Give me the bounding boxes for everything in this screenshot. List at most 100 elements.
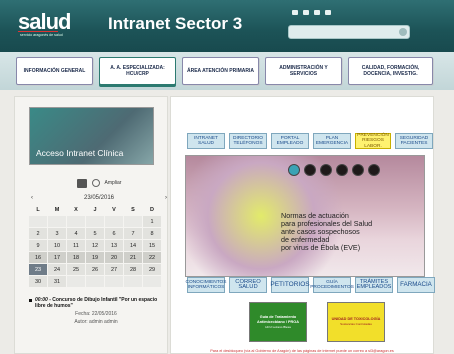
calendar-header: ‹ 23/05/2016 ›: [29, 193, 169, 203]
next-month-icon[interactable]: ›: [165, 195, 167, 201]
carousel-dot[interactable]: [320, 164, 332, 176]
seguridad-pacientes-button[interactable]: SEGURIDAD PACIENTES: [395, 133, 433, 149]
intranet-salud-button[interactable]: INTRANET SALUD: [187, 133, 225, 149]
calendar-day: [67, 276, 85, 287]
carousel-line: por virus de Ébola (EVE): [281, 243, 361, 252]
portal-empleado-button[interactable]: PORTAL EMPLEADO: [271, 133, 309, 149]
calendar-day[interactable]: 31: [48, 276, 66, 287]
calendar-day[interactable]: 17: [48, 252, 66, 263]
calendar-day[interactable]: 4: [67, 228, 85, 239]
bottom-quick-links: CONOCIMIENTOS INFORMÁTICOS CORREO SALUD …: [186, 277, 435, 293]
prev-month-icon[interactable]: ‹: [31, 195, 33, 201]
page-header: salud servicio aragonés de salud Intrane…: [0, 0, 454, 52]
calendar-day: [67, 216, 85, 227]
directorio-button[interactable]: DIRECTORIO TELÉFONOS: [229, 133, 267, 149]
carousel-dots: [288, 164, 380, 176]
calendar-grid: L M X J V S D 1 2 3 4 5 6 7 8 9 10 11 12 13 14 15 16 17 18 19 20 21…: [29, 204, 169, 287]
guia-antimicrobiano-button[interactable]: Guía de Tratamiento Antimicrobiano / PRO…: [249, 302, 307, 342]
top-quick-links: INTRANET SALUD DIRECTORIO TELÉFONOS PORT…: [187, 133, 433, 149]
calendar-day[interactable]: 8: [143, 228, 161, 239]
news-carousel[interactable]: Normas de actuación para profesionales d…: [185, 155, 425, 277]
calendar-day[interactable]: 30: [29, 276, 47, 287]
event-item[interactable]: 00:00 - Concurso de Dibujo Infantil "Por…: [29, 297, 163, 325]
enlarge-link[interactable]: Ampliar: [105, 180, 122, 186]
carousel-dot[interactable]: [336, 164, 348, 176]
carousel-dot[interactable]: [352, 164, 364, 176]
calendar-day: [105, 216, 123, 227]
tramites-empleados-button[interactable]: TRÁMITES EMPLEADOS: [355, 277, 393, 293]
calendar-day[interactable]: 12: [86, 240, 104, 251]
calendar-day[interactable]: 5: [86, 228, 104, 239]
guia-procedimientos-button[interactable]: GUÍA PROCEDIMIENTOS: [310, 277, 354, 293]
carousel-text: Normas de actuación para profesionales d…: [281, 212, 372, 252]
calendar-day[interactable]: 1: [143, 216, 161, 227]
calendar-day[interactable]: 20: [105, 252, 123, 263]
calendar-toolbar: Ampliar: [29, 173, 169, 193]
calendar-day[interactable]: 15: [143, 240, 161, 251]
guide-line: Sustancias Controladas: [340, 322, 372, 326]
nav-calidad[interactable]: CALIDAD, FORMACIÓN, DOCENCIA, INVESTIG.: [348, 57, 433, 85]
calendar-day[interactable]: 18: [67, 252, 85, 263]
calendar-day: [86, 276, 104, 287]
calendar-day[interactable]: 19: [86, 252, 104, 263]
calendar-weekday: D: [143, 204, 161, 215]
nav-administracion[interactable]: ADMINISTRACIÓN Y SERVICIOS: [265, 57, 342, 85]
calendar-icon[interactable]: [76, 178, 87, 188]
search-input[interactable]: [288, 25, 410, 39]
page-title: Intranet Sector 3: [108, 14, 243, 33]
search-icon[interactable]: [399, 28, 407, 36]
calendar-day[interactable]: 27: [105, 264, 123, 275]
calendar-day[interactable]: 10: [48, 240, 66, 251]
calendar-day[interactable]: 11: [67, 240, 85, 251]
nav-informacion-general[interactable]: INFORMACIÓN GENERAL: [16, 57, 93, 85]
calendar-day[interactable]: 29: [143, 264, 161, 275]
event-title[interactable]: - Concurso de Dibujo Infantil "Por un es…: [35, 297, 157, 309]
intranet-clinica-banner[interactable]: Acceso Intranet Clínica: [29, 107, 154, 165]
home-icon[interactable]: [292, 10, 298, 15]
left-panel: Acceso Intranet Clínica Ampliar ‹ 23/05/…: [14, 96, 168, 354]
event-date: Fecha: 22/05/2016: [75, 311, 117, 317]
search-icon[interactable]: [91, 179, 100, 187]
logo-subtitle: servicio aragonés de salud: [20, 33, 63, 37]
sitemap-icon[interactable]: [314, 10, 320, 15]
calendar-bullet-icon: [29, 299, 32, 302]
calendar-day: [124, 216, 142, 227]
calendar-day[interactable]: 24: [48, 264, 66, 275]
calendar-day[interactable]: 2: [29, 228, 47, 239]
calendar-day[interactable]: 23: [29, 264, 47, 275]
carousel-dot[interactable]: [288, 164, 300, 176]
calendar-day: [105, 276, 123, 287]
nav-especializada[interactable]: A. A. ESPECIALIZADA: HCU/CRP: [99, 57, 176, 85]
carousel-dot[interactable]: [368, 164, 380, 176]
calendar-day[interactable]: 28: [124, 264, 142, 275]
calendar-day[interactable]: 16: [29, 252, 47, 263]
farmacia-button[interactable]: FARMACIA: [397, 277, 435, 293]
calendar-day[interactable]: 9: [29, 240, 47, 251]
calendar-day[interactable]: 14: [124, 240, 142, 251]
top-icons: [292, 10, 331, 15]
calendar-day: [29, 216, 47, 227]
calendar-weekday: L: [29, 204, 47, 215]
nav-atencion-primaria[interactable]: ÁREA ATENCIÓN PRIMARIA: [182, 57, 259, 85]
calendar-day[interactable]: 3: [48, 228, 66, 239]
prevencion-riesgos-button[interactable]: PREVENCIÓN RIESGOS LABOR.: [355, 133, 391, 149]
plan-emergencia-button[interactable]: PLAN EMERGENCIA: [313, 133, 351, 149]
carousel-dot[interactable]: [304, 164, 316, 176]
conocimientos-button[interactable]: CONOCIMIENTOS INFORMÁTICOS: [186, 277, 226, 293]
mail-icon[interactable]: [303, 10, 309, 15]
calendar-day[interactable]: 26: [86, 264, 104, 275]
calendar-day[interactable]: 6: [105, 228, 123, 239]
unidad-toxicologia-button[interactable]: UNIDAD DE TOXICOLOGÍA Sustancias Control…: [327, 302, 385, 342]
calendar-date: 23/05/2016: [83, 195, 115, 201]
event-author: Autor: admin admin: [74, 319, 118, 325]
calendar-day[interactable]: 25: [67, 264, 85, 275]
printer-icon[interactable]: [325, 10, 331, 15]
logo-underline: [18, 31, 58, 32]
calendar-weekday: V: [105, 204, 123, 215]
correo-salud-button[interactable]: CORREO SALUD: [229, 277, 267, 293]
calendar-day[interactable]: 21: [124, 252, 142, 263]
calendar-day[interactable]: 13: [105, 240, 123, 251]
petitorios-button[interactable]: PETITORIOS: [270, 277, 310, 293]
calendar-day[interactable]: 7: [124, 228, 142, 239]
calendar-day[interactable]: 22: [143, 252, 161, 263]
